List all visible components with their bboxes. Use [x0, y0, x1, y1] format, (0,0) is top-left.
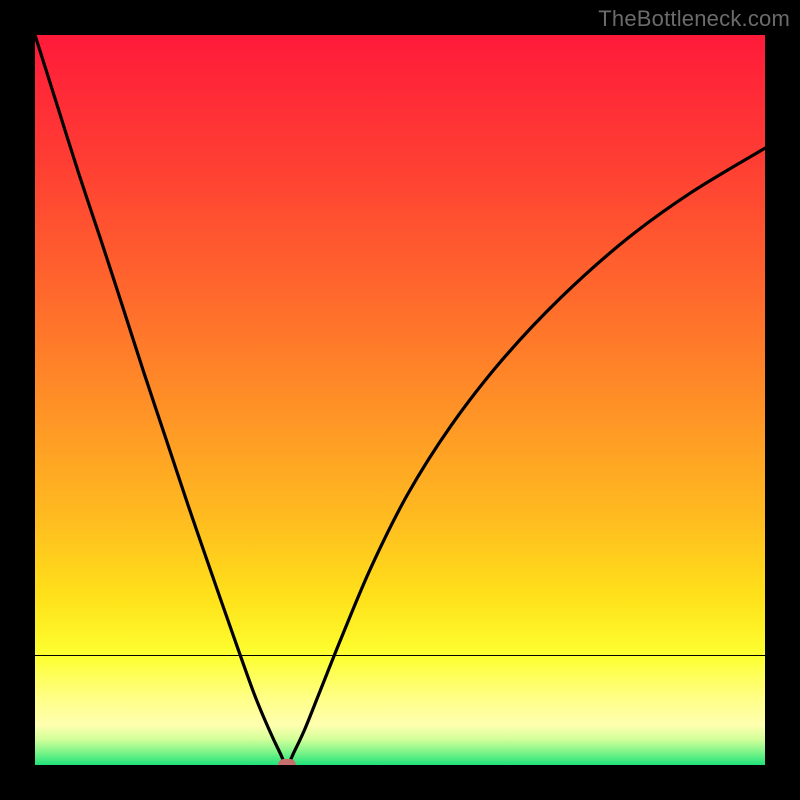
watermark-text: TheBottleneck.com: [598, 6, 790, 32]
optimum-marker: [278, 759, 296, 765]
outer-frame: TheBottleneck.com: [0, 0, 800, 800]
plot-area: [35, 35, 765, 765]
background-gradient: [35, 35, 765, 765]
